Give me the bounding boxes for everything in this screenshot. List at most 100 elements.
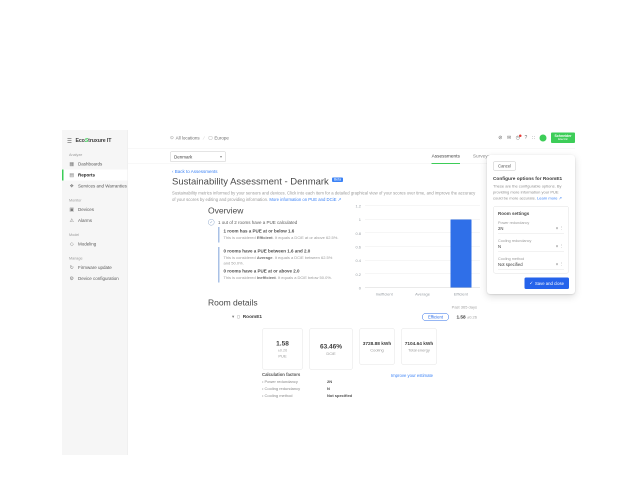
sidebar-item-firmware-update[interactable]: ↻ Firmware update xyxy=(62,262,128,273)
dashboards-icon: ▦ xyxy=(69,161,75,167)
period-label: Past 365 days xyxy=(452,305,477,310)
overview-summary: 1 out of 2 rooms have a PUE calculated xyxy=(218,220,297,225)
kebab-menu-icon[interactable]: ⋮ xyxy=(559,262,564,268)
overview-heading: Overview xyxy=(208,206,243,216)
tile-pue: 1.58 ±0.26 PUE xyxy=(262,328,303,370)
tile-dcie: 63.46% DCiE xyxy=(309,328,353,370)
learn-more-link[interactable]: Learn more ↗ xyxy=(537,196,562,201)
hamburger-menu-icon[interactable]: ☰ xyxy=(67,137,72,144)
sidebar-section-monitor: Monitor xyxy=(69,198,128,203)
location-pin-icon: ⊙ xyxy=(170,135,174,141)
room-row[interactable]: ▾ ▯ RoomE1 Efficient 1.58 ±0.26 xyxy=(208,313,495,323)
cancel-button[interactable]: Cancel xyxy=(493,162,516,171)
notifications-bell-icon[interactable]: ◷ xyxy=(516,135,520,140)
check-icon: ✓ xyxy=(529,281,533,287)
chart-ytick-label: 1.2 xyxy=(350,204,361,209)
kebab-menu-icon[interactable]: ⋮ xyxy=(559,244,564,250)
breadcrumb-separator: ∕ xyxy=(204,135,205,140)
screenshot-canvas: ☰ EcoStruxure IT Analyze ▦ Dashboards ▤ … xyxy=(0,0,640,480)
notification-badge xyxy=(519,134,522,137)
room-pue-tolerance: ±0.26 xyxy=(467,315,477,320)
cooling-redundancy-select[interactable]: Cooling redundancy N ▾ ⋮ xyxy=(498,239,564,253)
calc-row-cooling-method: Cooling method Not specified xyxy=(262,394,352,399)
feedback-icon[interactable]: ✉ xyxy=(507,135,511,140)
chart-xtick-label: Inefficient xyxy=(376,292,393,297)
chart-ytick-label: 1 xyxy=(350,218,361,223)
metric-tiles: 1.58 ±0.26 PUE 63.46% DCiE 3728.88 kWh C… xyxy=(262,328,437,370)
utility-icons: ⊘ ✉ ◷ ? ∷ Schneider Electric xyxy=(498,133,575,144)
location-breadcrumb: ⊙ All locations ∕ ▢ Europe xyxy=(170,135,229,141)
sidebar-logo-row: ☰ EcoStruxure IT xyxy=(62,130,128,146)
page-description: Sustainability metrics informed by your … xyxy=(172,190,480,203)
chart-xtick-label: Efficient xyxy=(454,292,468,297)
chart-ytick-label: 0 xyxy=(350,286,361,291)
app-logo: EcoStruxure IT xyxy=(75,138,111,144)
tile-total-energy: 7104.64 kWh Total energy xyxy=(401,328,437,365)
help-icon[interactable]: ? xyxy=(525,135,528,140)
europe-chip[interactable]: ▢ Europe xyxy=(208,135,229,141)
chart-ytick-label: 0.4 xyxy=(350,259,361,264)
chart-bar-efficient xyxy=(450,220,471,288)
search-icon[interactable]: ⊘ xyxy=(498,135,502,140)
chart-ylabels: 00.20.40.60.811.2 xyxy=(350,206,363,288)
sidebar-section-analyze: Analyze xyxy=(69,153,128,158)
room-name: RoomE1 xyxy=(243,314,262,320)
chart-xlabels: InefficientAverageEfficient xyxy=(365,290,480,300)
calc-row-power-redundancy: Power redundancy 2N xyxy=(262,380,352,385)
modeling-icon: ◇ xyxy=(69,241,75,247)
top-bar: ⊙ All locations ∕ ▢ Europe ⊘ ✉ ◷ ? ∷ xyxy=(128,130,575,149)
sidebar-item-devices[interactable]: ▣ Devices xyxy=(62,204,128,215)
sidebar-item-dashboards[interactable]: ▦ Dashboards xyxy=(62,159,128,170)
chart-ytick-label: 0.6 xyxy=(350,245,361,250)
calculation-factors-heading: Calculation factors xyxy=(262,372,352,377)
improve-estimate-link[interactable]: Improve your estimate xyxy=(391,373,433,378)
device-configuration-icon: ⚙ xyxy=(69,276,75,282)
chart-plot xyxy=(365,206,480,288)
configure-options-panel: Cancel Configure options for RoomE1 Thes… xyxy=(487,155,575,294)
sidebar-item-device-configuration[interactable]: ⚙ Device configuration xyxy=(62,273,128,284)
sidebar-item-alarms[interactable]: ⚠ Alarms xyxy=(62,215,128,226)
room-pue-value: 1.58 ±0.26 xyxy=(456,315,477,321)
user-avatar[interactable] xyxy=(540,134,547,141)
calculation-factors: Calculation factors Power redundancy 2N … xyxy=(262,372,352,398)
checklist-check-icon: ✓ xyxy=(208,219,215,226)
chevron-down-icon: ▾ xyxy=(556,226,558,231)
cooling-method-select[interactable]: Cooling method Not specified ▾ ⋮ xyxy=(498,257,564,271)
power-redundancy-select[interactable]: Power redundancy 2N ▾ ⋮ xyxy=(498,221,564,235)
rating-efficient: Efficient xyxy=(257,236,273,241)
room-icon: ▯ xyxy=(237,314,239,320)
tile-cooling: 3728.88 kWh Cooling xyxy=(359,328,395,365)
chevron-down-icon: ▾ xyxy=(556,244,558,249)
rating-average: Average xyxy=(257,256,273,261)
overview-item-efficient[interactable]: 1 room has a PUE at or below 1.6 This is… xyxy=(218,227,340,242)
overview-item-average[interactable]: 0 rooms have a PUE between 1.6 and 2.0 T… xyxy=(218,247,340,268)
sidebar-item-modeling[interactable]: ◇ Modeling xyxy=(62,239,128,250)
save-and-close-button[interactable]: ✓ Save and close xyxy=(524,278,569,290)
sidebar-section-manage: Manage xyxy=(69,256,128,261)
chart-ytick-label: 0.2 xyxy=(350,272,361,277)
all-locations-chip[interactable]: ⊙ All locations xyxy=(170,135,200,141)
page-title: Sustainability Assessment - Denmark xyxy=(172,177,329,188)
pue-dcie-info-link[interactable]: More information on PUE and DCiE ↗ xyxy=(269,197,341,202)
kebab-menu-icon[interactable]: ⋮ xyxy=(559,226,564,232)
overview-summary-row: ✓ 1 out of 2 rooms have a PUE calculated xyxy=(208,219,297,226)
room-settings-title: Room settings xyxy=(498,211,564,216)
back-to-assessments-link[interactable]: ‹ Back to Assessments xyxy=(172,169,218,174)
chart-gridline xyxy=(365,206,480,207)
sidebar-item-services-warranties[interactable]: ❖ Services and Warranties xyxy=(62,181,128,192)
sidebar-item-reports[interactable]: ▤ Reports xyxy=(62,170,128,181)
reports-icon: ▤ xyxy=(69,172,75,178)
room-settings-card: Room settings Power redundancy 2N ▾ ⋮ Co… xyxy=(493,206,569,274)
chevron-down-icon: ▾ xyxy=(220,155,222,160)
services-warranties-icon: ❖ xyxy=(69,183,75,189)
schneider-electric-logo[interactable]: Schneider Electric xyxy=(551,133,575,144)
apps-grid-icon[interactable]: ∷ xyxy=(532,135,535,140)
expand-caret-icon[interactable]: ▾ xyxy=(232,314,234,320)
rating-inefficient: Inefficient xyxy=(257,276,276,281)
sidebar: ☰ EcoStruxure IT Analyze ▦ Dashboards ▤ … xyxy=(62,130,128,455)
report-tabs: Assessments Surveys xyxy=(432,149,490,164)
overview-item-inefficient[interactable]: 0 rooms have a PUE at or above 2.0 This … xyxy=(218,267,340,282)
tab-assessments[interactable]: Assessments xyxy=(432,149,460,164)
country-select[interactable]: Denmark ▾ xyxy=(170,152,226,163)
app-window: ☰ EcoStruxure IT Analyze ▦ Dashboards ▤ … xyxy=(62,130,575,455)
